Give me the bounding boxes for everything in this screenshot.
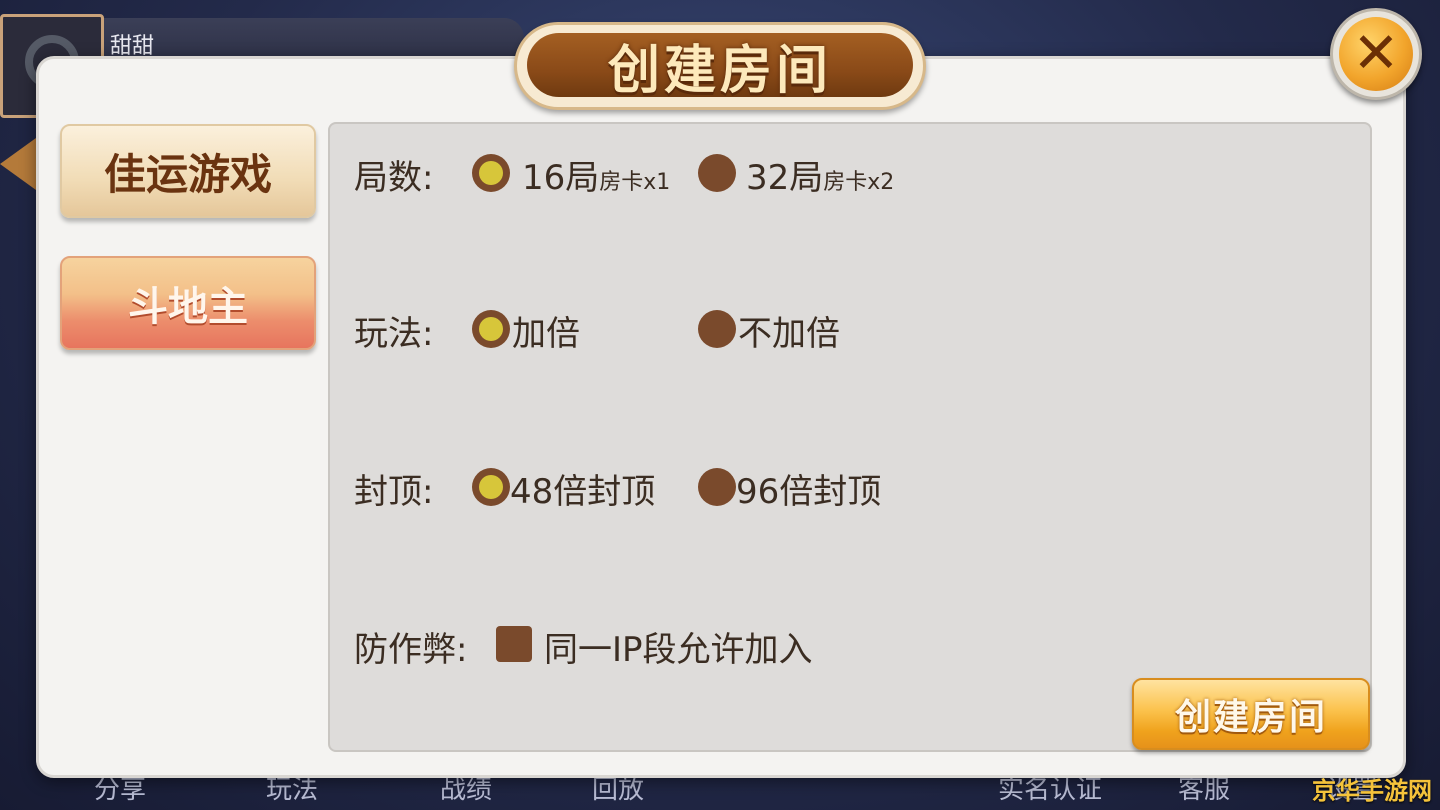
- cap-96-radio[interactable]: [698, 468, 736, 506]
- mode-label: 玩法:: [354, 314, 434, 354]
- create-room-button[interactable]: 创建房间: [1132, 678, 1370, 750]
- close-button-disk: ✕: [1339, 17, 1413, 91]
- mode-double-radio[interactable]: [472, 310, 510, 348]
- create-room-button-label: 创建房间: [1174, 697, 1327, 738]
- rounds-16-option[interactable]: 16局房卡x1: [522, 150, 670, 199]
- rounds-32-radio[interactable]: [698, 154, 736, 192]
- dialog-title: 创建房间: [607, 40, 832, 101]
- anti-cheat-label: 防作弊:: [354, 630, 468, 670]
- watermark: 京华手游网: [1312, 777, 1432, 805]
- mode-no-double-radio[interactable]: [698, 310, 736, 348]
- same-ip-option[interactable]: 同一IP段允许加入: [544, 622, 813, 671]
- cap-label: 封顶:: [354, 472, 434, 512]
- tab-jiayun-game[interactable]: 佳运游戏: [60, 124, 316, 218]
- dialog-title-plaque: 创建房间: [514, 22, 926, 110]
- mode-no-double-option[interactable]: 不加倍: [738, 306, 840, 355]
- speaker-icon[interactable]: [0, 138, 36, 190]
- rounds-32-cost: 房卡x2: [823, 170, 895, 195]
- rounds-label: 局数:: [354, 158, 434, 198]
- dialog-title-banner: 创建房间: [527, 33, 913, 101]
- settings-panel: [328, 122, 1372, 752]
- mode-double-option[interactable]: 加倍: [512, 306, 580, 355]
- rounds-32-option[interactable]: 32局房卡x2: [746, 150, 894, 199]
- same-ip-checkbox[interactable]: [496, 626, 532, 662]
- cap-48-radio[interactable]: [472, 468, 510, 506]
- tab-doudizhu[interactable]: 斗地主: [60, 256, 316, 350]
- rounds-16-radio[interactable]: [472, 154, 510, 192]
- rounds-16-text: 16局: [522, 158, 600, 198]
- close-button[interactable]: ✕: [1330, 8, 1422, 100]
- rounds-32-text: 32局: [746, 158, 824, 198]
- cap-48-option[interactable]: 48倍封顶: [510, 464, 655, 513]
- rounds-16-cost: 房卡x1: [599, 170, 671, 195]
- close-x-icon: ✕: [1352, 21, 1400, 86]
- cap-96-option[interactable]: 96倍封顶: [736, 464, 881, 513]
